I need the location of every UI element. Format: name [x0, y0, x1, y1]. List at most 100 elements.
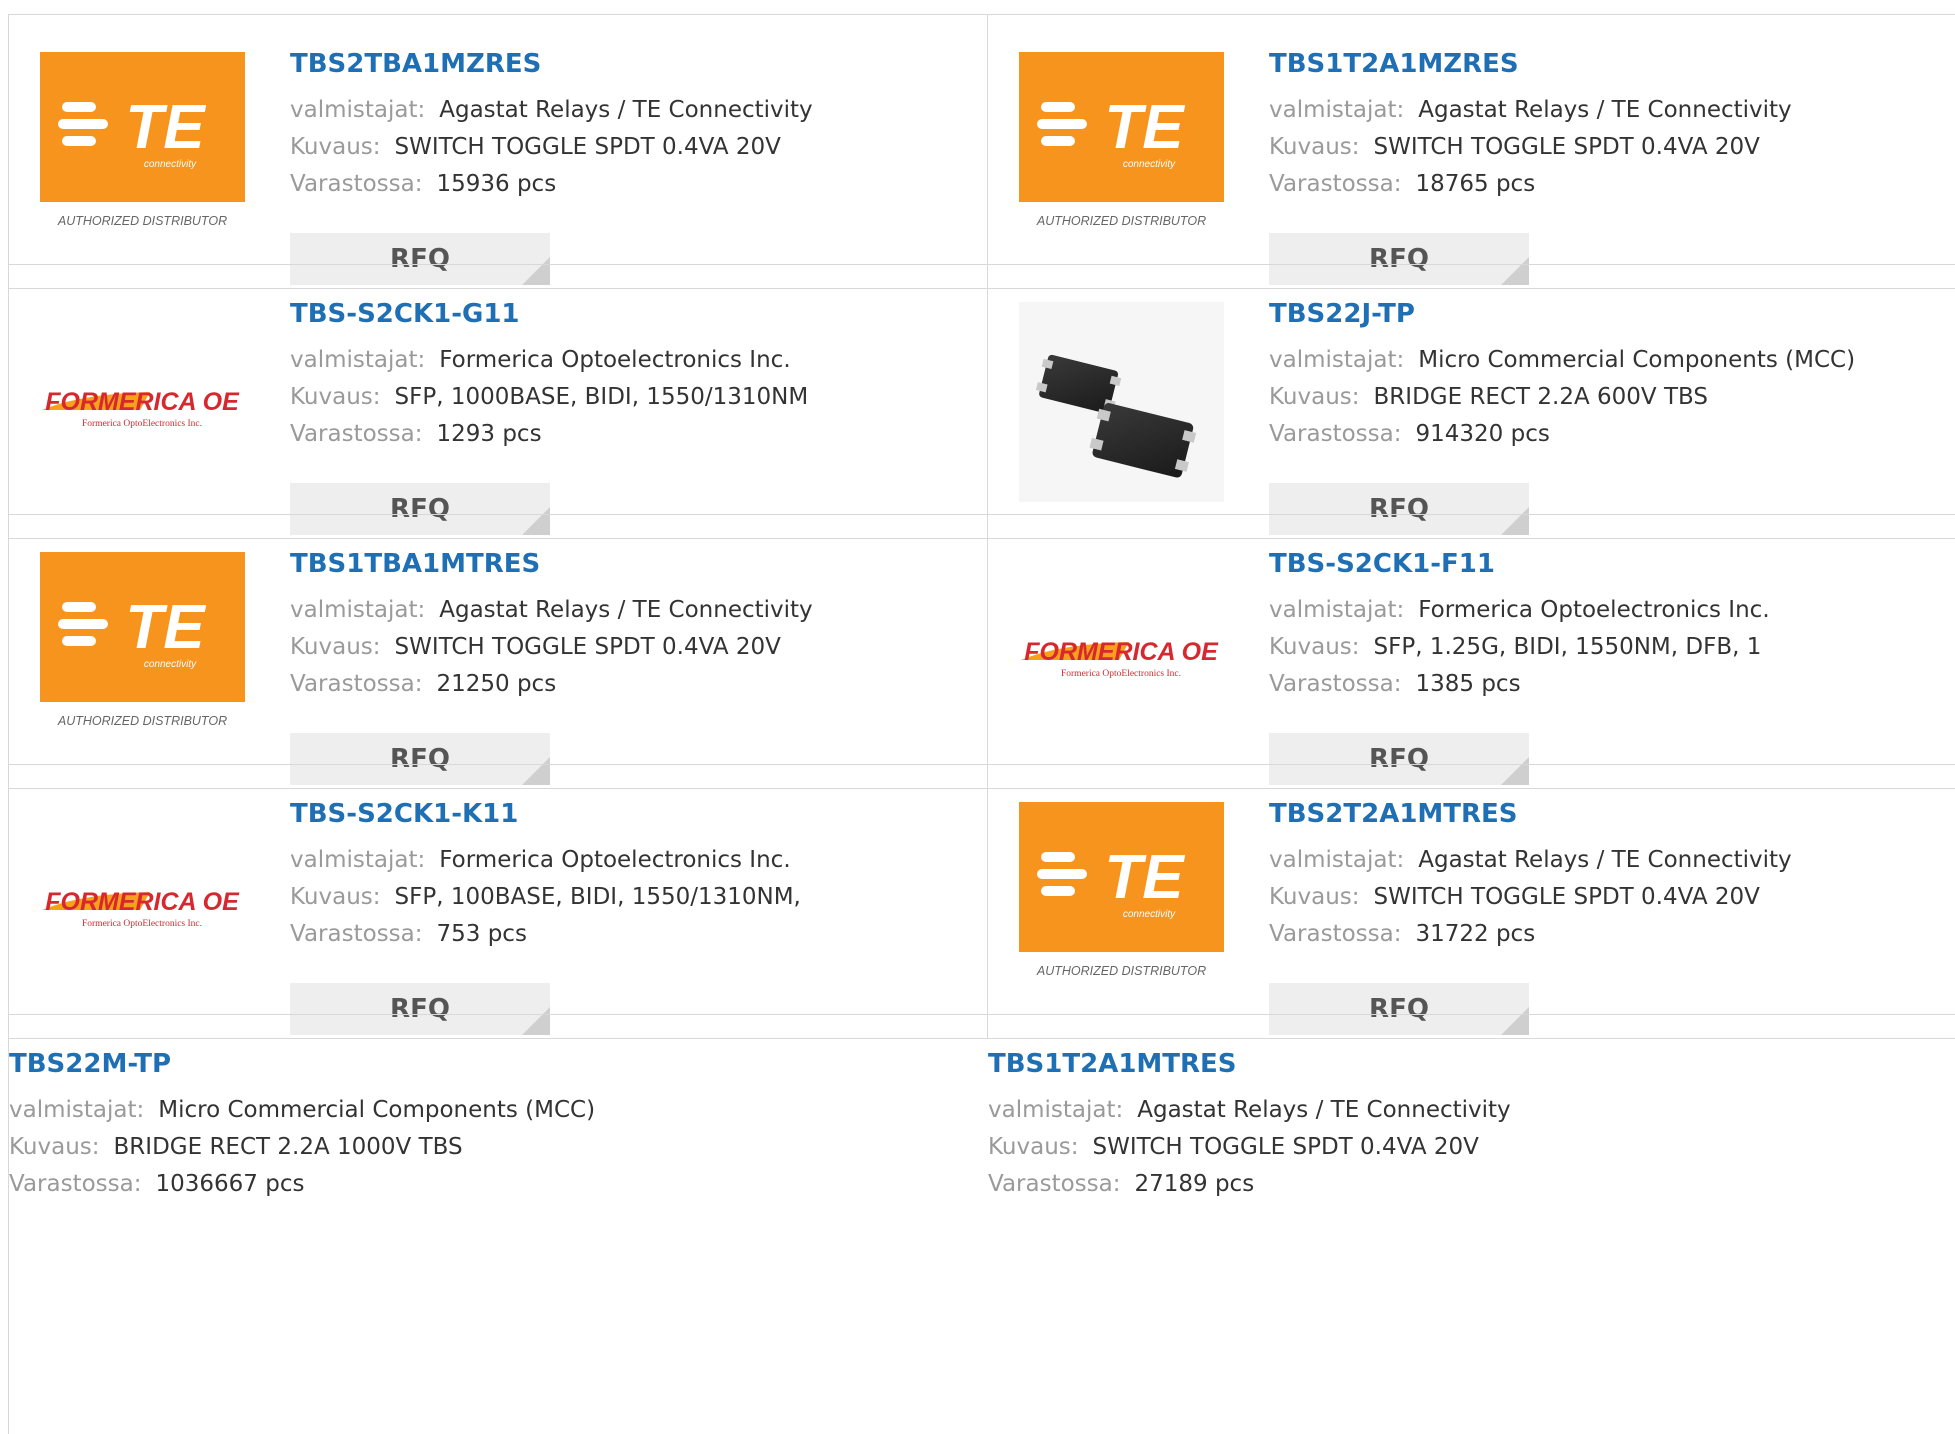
description-value: SWITCH TOGGLE SPDT 0.4VA 20V [1373, 134, 1760, 160]
manufacturer-value: Agastat Relays / TE Connectivity [1418, 847, 1792, 873]
product-row: TE connectivity AUTHORIZED DISTRIBUTOR T… [8, 14, 1955, 289]
stock-value: 914320 pcs [1415, 421, 1550, 447]
svg-text:connectivity: connectivity [1123, 909, 1176, 920]
description-line: Kuvaus: SWITCH TOGGLE SPDT 0.4VA 20V [290, 629, 813, 666]
product-info: TBS22M-TP valmistajat: Micro Commercial Co… [9, 1047, 595, 1203]
product-row: TE connectivity AUTHORIZED DISTRIBUTOR T… [8, 514, 1955, 789]
stock-line: Varastossa: 1385 pcs [1269, 666, 1770, 703]
part-number-link[interactable]: TBS22J-TP [1269, 297, 1855, 331]
description-label: Kuvaus: [988, 1134, 1079, 1160]
product-image[interactable]: FORMERICA OE Formerica OptoElectronics I… [40, 302, 245, 502]
stock-line: Varastossa: 15936 pcs [290, 166, 813, 203]
description-value: SWITCH TOGGLE SPDT 0.4VA 20V [1092, 1134, 1479, 1160]
description-label: Kuvaus: [1269, 634, 1360, 660]
manufacturer-value: Formerica Optoelectronics Inc. [439, 347, 791, 373]
product-info: TBS1TBA1MTRES valmistajat: Agastat Relays … [290, 547, 813, 703]
product-image[interactable]: FORMERICA OE Formerica OptoElectronics I… [1019, 552, 1224, 752]
manufacturer-line: valmistajat: Agastat Relays / TE Connecti… [290, 592, 813, 629]
svg-text:connectivity: connectivity [144, 659, 197, 670]
product-image[interactable]: TE connectivity AUTHORIZED DISTRIBUTOR [1019, 52, 1224, 252]
stock-value: 15936 pcs [436, 171, 557, 197]
manufacturer-value: Micro Commercial Components (MCC) [1418, 347, 1856, 373]
product-card: TE connectivity AUTHORIZED DISTRIBUTOR T… [988, 765, 1955, 1038]
product-row: FORMERICA OE Formerica OptoElectronics I… [8, 264, 1955, 539]
part-number-link[interactable]: TBS22M-TP [9, 1047, 595, 1081]
formerica-logo: FORMERICA OE Formerica OptoElectronics I… [40, 802, 245, 1002]
product-card: TBS22J-TP valmistajat: Micro Commercial Co… [988, 265, 1955, 538]
manufacturer-value: Agastat Relays / TE Connectivity [439, 597, 813, 623]
product-image[interactable]: TE connectivity AUTHORIZED DISTRIBUTOR [40, 552, 245, 752]
product-image[interactable] [1019, 302, 1224, 502]
product-card: FORMERICA OE Formerica OptoElectronics I… [9, 265, 988, 538]
stock-value: 1385 pcs [1415, 671, 1521, 697]
stock-label: Varastossa: [290, 921, 423, 947]
part-number-link[interactable]: TBS1TBA1MTRES [290, 547, 813, 581]
product-card: TBS1T2A1MTRES valmistajat: Agastat Relays … [988, 1015, 1955, 1434]
stock-label: Varastossa: [290, 421, 423, 447]
manufacturer-value: Formerica Optoelectronics Inc. [439, 847, 791, 873]
product-image[interactable]: TE connectivity AUTHORIZED DISTRIBUTOR [1019, 802, 1224, 1002]
svg-text:Formerica OptoElectronics Inc.: Formerica OptoElectronics Inc. [1061, 669, 1181, 679]
product-row: TBS22M-TP valmistajat: Micro Commercial Co… [8, 1014, 1955, 1434]
description-label: Kuvaus: [1269, 384, 1360, 410]
manufacturer-label: valmistajat: [290, 97, 426, 123]
svg-text:TE: TE [1104, 93, 1185, 162]
product-image[interactable]: FORMERICA OE Formerica OptoElectronics I… [40, 802, 245, 1002]
description-label: Kuvaus: [290, 884, 381, 910]
stock-value: 753 pcs [436, 921, 527, 947]
stock-value: 1036667 pcs [155, 1171, 305, 1197]
product-info: TBS22J-TP valmistajat: Micro Commercial Co… [1269, 297, 1855, 453]
te-connectivity-logo: TE connectivity AUTHORIZED DISTRIBUTOR [1019, 802, 1224, 1002]
manufacturer-label: valmistajat: [290, 347, 426, 373]
part-number-link[interactable]: TBS-S2CK1-K11 [290, 797, 801, 831]
svg-text:Formerica OptoElectronics Inc.: Formerica OptoElectronics Inc. [82, 919, 202, 929]
product-info: TBS-S2CK1-F11 valmistajat: Formerica Optoe… [1269, 547, 1770, 703]
description-value: SFP, 1000BASE, BIDI, 1550/1310NM [394, 384, 809, 410]
product-info: TBS-S2CK1-K11 valmistajat: Formerica Optoe… [290, 797, 801, 953]
description-line: Kuvaus: BRIDGE RECT 2.2A 1000V TBS [9, 1129, 595, 1166]
manufacturer-line: valmistajat: Agastat Relays / TE Connecti… [1269, 92, 1792, 129]
product-card: TE connectivity AUTHORIZED DISTRIBUTOR T… [9, 515, 988, 788]
description-label: Kuvaus: [290, 134, 381, 160]
description-value: SWITCH TOGGLE SPDT 0.4VA 20V [394, 634, 781, 660]
te-connectivity-logo: TE connectivity AUTHORIZED DISTRIBUTOR [1019, 52, 1224, 252]
part-number-link[interactable]: TBS1T2A1MTRES [988, 1047, 1511, 1081]
stock-label: Varastossa: [9, 1171, 142, 1197]
product-info: TBS-S2CK1-G11 valmistajat: Formerica Optoe… [290, 297, 808, 453]
manufacturer-value: Formerica Optoelectronics Inc. [1418, 597, 1770, 623]
description-line: Kuvaus: SWITCH TOGGLE SPDT 0.4VA 20V [1269, 879, 1792, 916]
stock-label: Varastossa: [1269, 421, 1402, 447]
svg-text:TE: TE [125, 93, 206, 162]
part-number-link[interactable]: TBS2TBA1MZRES [290, 47, 813, 81]
part-number-link[interactable]: TBS1T2A1MZRES [1269, 47, 1792, 81]
manufacturer-label: valmistajat: [290, 847, 426, 873]
formerica-logo: FORMERICA OE Formerica OptoElectronics I… [1019, 552, 1224, 752]
svg-text:TE: TE [125, 593, 206, 662]
stock-value: 27189 pcs [1134, 1171, 1255, 1197]
svg-text:FORMERICA OE: FORMERICA OE [1024, 638, 1219, 666]
manufacturer-line: valmistajat: Formerica Optoelectronics In… [290, 342, 808, 379]
product-info: TBS2TBA1MZRES valmistajat: Agastat Relays … [290, 47, 813, 203]
description-line: Kuvaus: BRIDGE RECT 2.2A 600V TBS [1269, 379, 1855, 416]
product-card: TBS22M-TP valmistajat: Micro Commercial Co… [9, 1015, 988, 1434]
stock-label: Varastossa: [290, 671, 423, 697]
smd-chip-image [1019, 302, 1224, 502]
product-image[interactable]: TE connectivity AUTHORIZED DISTRIBUTOR [40, 52, 245, 252]
stock-line: Varastossa: 753 pcs [290, 916, 801, 953]
part-number-link[interactable]: TBS-S2CK1-F11 [1269, 547, 1770, 581]
product-info: TBS1T2A1MTRES valmistajat: Agastat Relays … [988, 1047, 1511, 1203]
product-card: TE connectivity AUTHORIZED DISTRIBUTOR T… [9, 15, 988, 288]
stock-line: Varastossa: 1036667 pcs [9, 1166, 595, 1203]
manufacturer-line: valmistajat: Agastat Relays / TE Connecti… [988, 1092, 1511, 1129]
description-line: Kuvaus: SFP, 1.25G, BIDI, 1550NM, DFB, 1 [1269, 629, 1770, 666]
description-label: Kuvaus: [1269, 884, 1360, 910]
formerica-logo: FORMERICA OE Formerica OptoElectronics I… [40, 302, 245, 502]
stock-label: Varastossa: [1269, 171, 1402, 197]
stock-line: Varastossa: 1293 pcs [290, 416, 808, 453]
part-number-link[interactable]: TBS-S2CK1-G11 [290, 297, 808, 331]
description-line: Kuvaus: SWITCH TOGGLE SPDT 0.4VA 20V [988, 1129, 1511, 1166]
part-number-link[interactable]: TBS2T2A1MTRES [1269, 797, 1792, 831]
svg-text:connectivity: connectivity [1123, 159, 1176, 170]
svg-text:Formerica OptoElectronics Inc.: Formerica OptoElectronics Inc. [82, 419, 202, 429]
manufacturer-line: valmistajat: Formerica Optoelectronics In… [1269, 592, 1770, 629]
